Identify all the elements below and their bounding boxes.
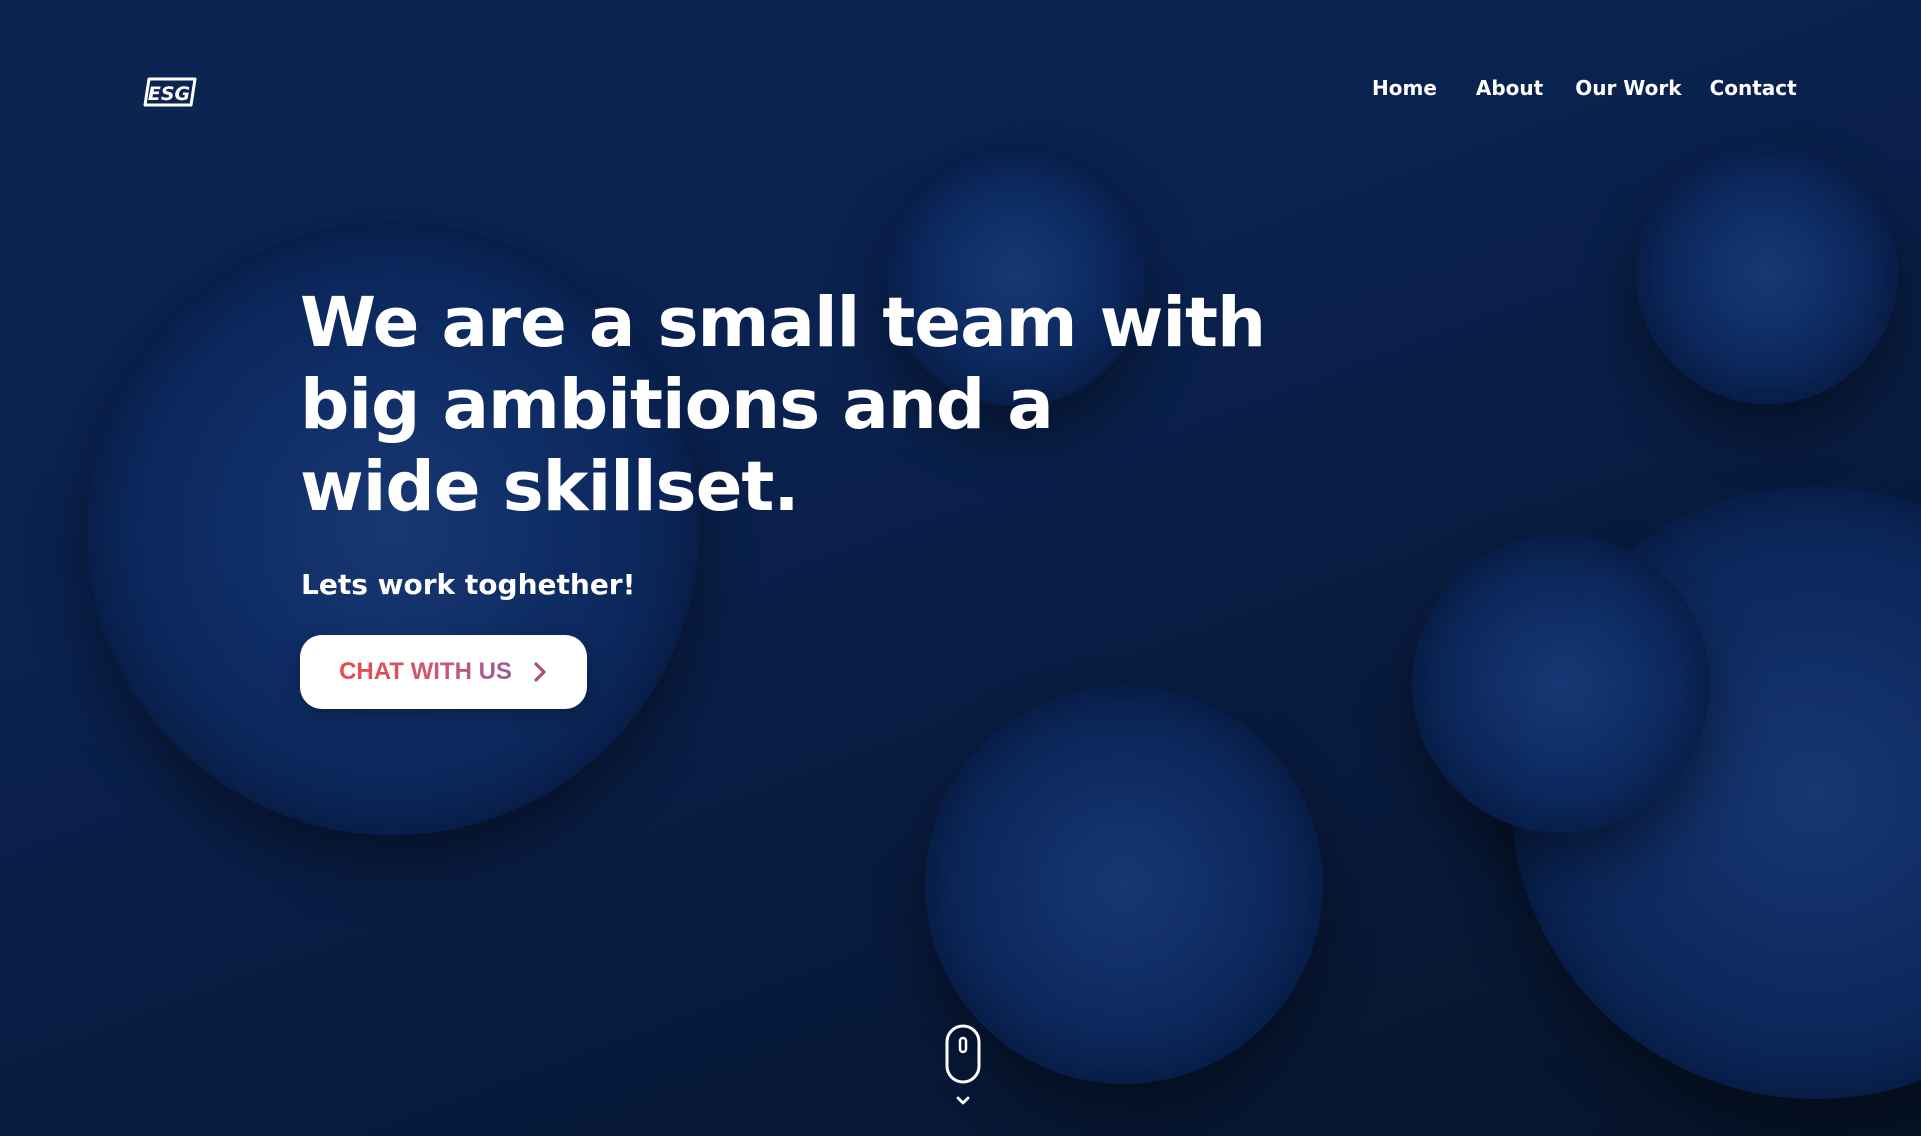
chevron-down-icon xyxy=(956,1096,970,1105)
nav-item-our-work[interactable]: Our Work xyxy=(1575,76,1681,100)
main-nav: Home About Our Work Contact xyxy=(1372,76,1797,100)
esg-logo[interactable]: ESG xyxy=(143,77,197,107)
hero-title: We are a small team with big ambitions a… xyxy=(300,282,1266,528)
hero-title-line: We are a small team with xyxy=(300,283,1266,363)
hero-subtitle: Lets work toghether! xyxy=(301,568,636,601)
hero-title-line: wide skillset. xyxy=(300,447,800,527)
decorative-bubble xyxy=(1412,535,1710,833)
decorative-bubble xyxy=(1636,142,1898,404)
mouse-icon[interactable] xyxy=(945,1024,981,1084)
decorative-bubble xyxy=(925,686,1323,1084)
chat-with-us-label: CHAT WITH US xyxy=(339,658,512,685)
chat-with-us-button[interactable]: CHAT WITH US xyxy=(300,635,587,709)
hero-title-line: big ambitions and a xyxy=(300,365,1054,445)
esg-logo-icon: ESG xyxy=(143,77,197,107)
chevron-right-icon xyxy=(534,662,546,682)
hero-page: ESG Home About Our Work Contact We are a… xyxy=(0,0,1921,1136)
nav-item-home[interactable]: Home xyxy=(1372,76,1437,100)
nav-item-contact[interactable]: Contact xyxy=(1710,76,1797,100)
nav-item-about[interactable]: About xyxy=(1476,76,1543,100)
svg-text:ESG: ESG xyxy=(148,83,190,105)
